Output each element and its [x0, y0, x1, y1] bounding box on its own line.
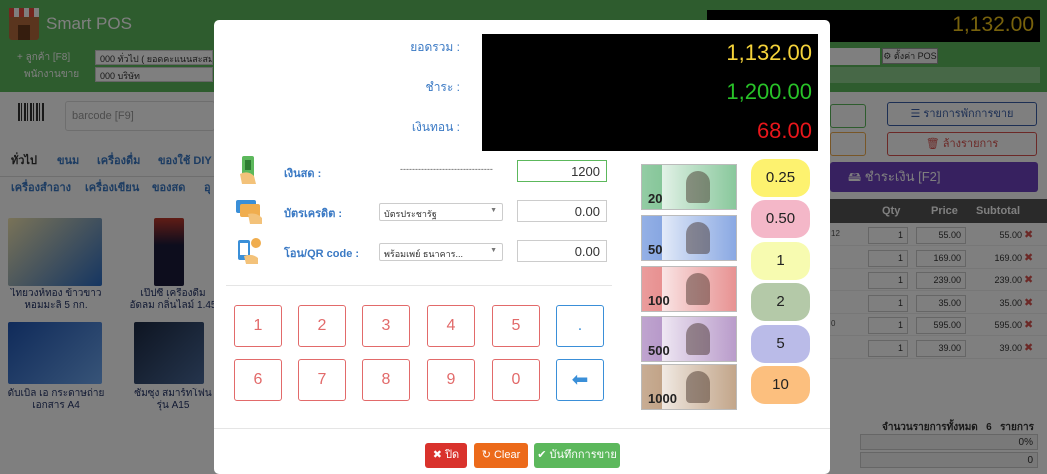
- keypad-key[interactable]: 0: [492, 359, 540, 401]
- keypad-key[interactable]: 4: [427, 305, 475, 347]
- credit-card-label: บัตรเครดิต :: [284, 208, 343, 220]
- section-divider: [226, 285, 612, 286]
- banknote-500-button[interactable]: 500: [641, 316, 737, 362]
- total-value: 1,132.00: [726, 40, 812, 65]
- banknote-value: 50: [648, 242, 663, 257]
- bank-value: พร้อมเพย์ ธนาคาร...: [384, 249, 463, 259]
- card-type-select[interactable]: บัตรประชารัฐ ▼: [379, 203, 503, 221]
- change-label: เงินทอน :: [411, 120, 460, 134]
- total-label: ยอดรวม :: [410, 40, 460, 54]
- footer-divider: [214, 428, 830, 429]
- banknote-value: 100: [648, 293, 670, 308]
- coin-button[interactable]: 0.50: [751, 200, 810, 238]
- keypad-key[interactable]: 5: [492, 305, 540, 347]
- keypad-key[interactable]: 6: [234, 359, 282, 401]
- keypad-key[interactable]: 2: [298, 305, 346, 347]
- save-sale-button[interactable]: ✔ บันทึกการขาย: [534, 443, 620, 468]
- keypad-decimal-key[interactable]: .: [556, 305, 604, 347]
- paid-value: 1,200.00: [726, 79, 812, 104]
- banknote-value: 1000: [648, 391, 677, 406]
- coin-button[interactable]: 0.25: [751, 159, 810, 197]
- clear-button[interactable]: ↻ Clear: [474, 443, 528, 468]
- banknote-1000-button[interactable]: 1000: [641, 364, 737, 410]
- change-value: 68.00: [756, 118, 812, 143]
- amount-display-screen: 1,132.00 1,200.00 68.00: [482, 34, 818, 151]
- payment-modal: ยอดรวม : ชำระ : เงินทอน : 1,132.00 1,200…: [214, 20, 830, 474]
- banknote-100-button[interactable]: 100: [641, 266, 737, 312]
- transfer-amount-input[interactable]: 0.00: [517, 240, 607, 262]
- keypad-key[interactable]: 8: [362, 359, 410, 401]
- cash-amount-input[interactable]: 1200: [517, 160, 607, 182]
- banknote-value: 20: [648, 191, 663, 206]
- cash-dashes: -------------------------------: [400, 164, 493, 174]
- keypad-key[interactable]: 1: [234, 305, 282, 347]
- transfer-label: โอน/QR code :: [284, 248, 360, 260]
- coin-button[interactable]: 2: [751, 283, 810, 321]
- paid-label: ชำระ :: [425, 80, 460, 94]
- coin-button[interactable]: 1: [751, 242, 810, 280]
- keypad-key[interactable]: 3: [362, 305, 410, 347]
- banknote-value: 500: [648, 343, 670, 358]
- credit-card-icon: [234, 196, 262, 224]
- banknote-50-button[interactable]: 50: [641, 215, 737, 261]
- chevron-down-icon: ▼: [490, 207, 497, 214]
- bank-select[interactable]: พร้อมเพย์ ธนาคาร... ▼: [379, 243, 503, 261]
- backspace-key[interactable]: ⬅: [556, 359, 604, 401]
- card-type-value: บัตรประชารัฐ: [384, 209, 437, 219]
- card-amount-input[interactable]: 0.00: [517, 200, 607, 222]
- close-button[interactable]: ✖ ปิด: [425, 443, 467, 468]
- qr-transfer-icon: [234, 236, 261, 264]
- keypad-key[interactable]: 7: [298, 359, 346, 401]
- coin-button[interactable]: 5: [751, 325, 810, 363]
- cash-icon: [236, 154, 262, 184]
- coin-button[interactable]: 10: [751, 366, 810, 404]
- banknote-20-button[interactable]: 20: [641, 164, 737, 210]
- cash-label: เงินสด :: [284, 168, 322, 180]
- chevron-down-icon: ▼: [490, 247, 497, 254]
- keypad-key[interactable]: 9: [427, 359, 475, 401]
